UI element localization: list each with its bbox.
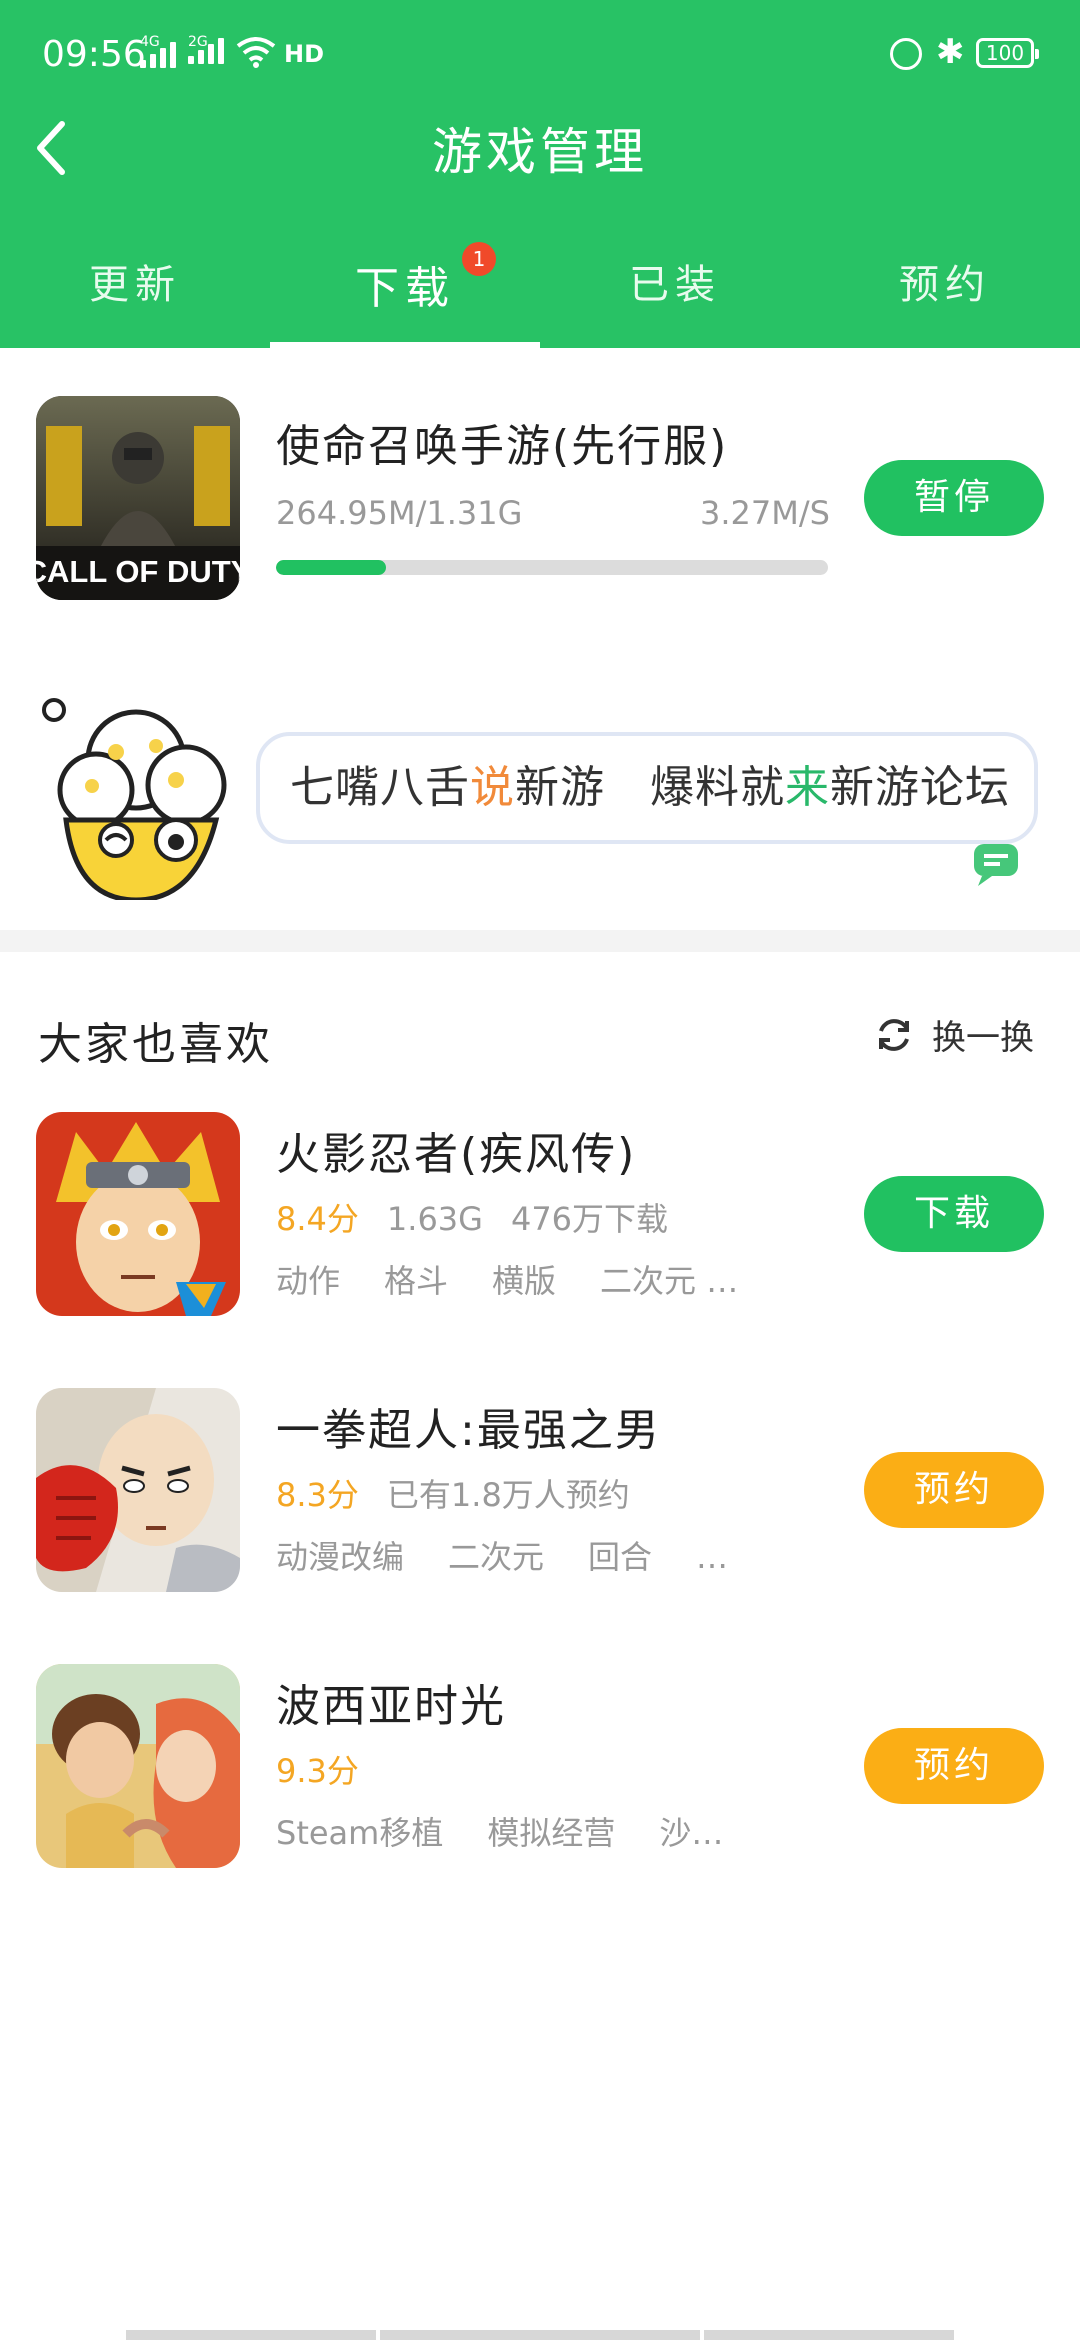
- game-tag: 横版: [492, 1262, 557, 1300]
- game-meta: 8.3分 已有1.8万人预约: [276, 1470, 658, 1516]
- game-tag: 二次元: [448, 1538, 545, 1576]
- game-tag: 回合: [588, 1538, 653, 1576]
- game-name: 火影忍者(疾风传): [276, 1129, 637, 1180]
- tab-label: 已装: [629, 262, 721, 308]
- pause-button[interactable]: 暂停: [864, 460, 1044, 536]
- game-reservations: 已有1.8万人预约: [386, 1476, 630, 1514]
- banner-text-1: 七嘴八舌: [290, 762, 470, 813]
- download-progress-text: 264.95M/1.31G: [276, 494, 523, 532]
- game-tags: Steam移植 模拟经营 沙…: [276, 1808, 767, 1854]
- game-size: 1.63G: [386, 1200, 483, 1238]
- top-app-bar: 09:56 4G 2G HD ✱ 100 游戏管理 更新 下载 1 已装 预约: [0, 0, 1080, 348]
- active-tab-indicator: [270, 342, 540, 348]
- game-rating: 8.3分: [276, 1476, 359, 1514]
- tab-update[interactable]: 更新: [0, 236, 270, 348]
- game-tag: 二次元 …: [600, 1262, 739, 1300]
- game-tag: Steam移植: [276, 1814, 444, 1852]
- tab-badge: 1: [462, 242, 496, 276]
- page-title: 游戏管理: [432, 123, 648, 181]
- banner-text-4: 爆料就: [649, 762, 785, 813]
- game-meta: 9.3分: [276, 1746, 387, 1792]
- game-name: 一拳超人:最强之男: [276, 1405, 661, 1456]
- recommend-title: 大家也喜欢: [38, 1019, 273, 1070]
- bottom-nav-handle: [704, 2330, 954, 2340]
- game-tag: …: [696, 1538, 729, 1576]
- network-type-label-2: 2G: [188, 34, 208, 50]
- chat-icon: [974, 844, 1018, 886]
- banner-text-2: 说: [470, 762, 515, 813]
- game-meta: 8.4分 1.63G 476万下载: [276, 1194, 696, 1240]
- game-tag: 模拟经营: [487, 1814, 616, 1852]
- banner-text-5: 来: [784, 762, 830, 813]
- status-bar: 09:56 4G 2G HD ✱ 100: [0, 0, 1080, 110]
- game-tag: 动作: [276, 1262, 341, 1300]
- bluetooth-icon: ✱: [936, 32, 965, 72]
- game-tag: 沙…: [659, 1814, 724, 1852]
- download-progress-bar: [276, 560, 828, 575]
- tab-bar: 更新 下载 1 已装 预约: [0, 236, 1080, 348]
- popcorn-mascot-icon: [42, 698, 227, 900]
- call-of-duty-game-icon[interactable]: CALL OF DUTY: [36, 396, 240, 600]
- download-progress-fill: [276, 560, 387, 575]
- tab-download[interactable]: 下载 1: [270, 236, 540, 348]
- bottom-nav-handle: [380, 2330, 700, 2340]
- tab-label: 更新: [89, 262, 181, 308]
- forum-banner-text: 七嘴八舌说新游 爆料就来新游论坛: [256, 732, 1038, 844]
- game-tag: 动漫改编: [276, 1538, 405, 1576]
- tab-reserved[interactable]: 预约: [810, 236, 1080, 348]
- game-name: 波西亚时光: [276, 1681, 506, 1732]
- naruto-game-icon[interactable]: [36, 1112, 240, 1316]
- refresh-label: 换一换: [932, 1018, 1034, 1058]
- game-tags: 动漫改编 二次元 回合 …: [276, 1532, 772, 1578]
- icon-wordmark: CALL OF DUTY: [36, 554, 240, 589]
- reserve-button[interactable]: 预约: [864, 1728, 1044, 1804]
- game-downloads: 476万下载: [510, 1200, 669, 1238]
- hd-voice-icon: HD: [284, 40, 325, 68]
- bottom-nav-handle: [126, 2330, 376, 2340]
- banner-text-6: 新游论坛: [829, 762, 1010, 813]
- status-time: 09:56: [42, 34, 146, 75]
- banner-text-3: 新游: [515, 762, 605, 813]
- tab-label: 预约: [899, 262, 991, 308]
- game-rating: 8.4分: [276, 1200, 359, 1238]
- tab-label: 下载: [355, 263, 455, 314]
- download-button[interactable]: 下载: [864, 1176, 1044, 1252]
- game-rating: 9.3分: [276, 1752, 359, 1790]
- one-punch-man-game-icon[interactable]: [36, 1388, 240, 1592]
- game-tag: 格斗: [384, 1262, 449, 1300]
- signal-icon: 4G: [140, 34, 176, 68]
- reserve-button[interactable]: 预约: [864, 1452, 1044, 1528]
- tab-installed[interactable]: 已装: [540, 236, 810, 348]
- download-app-name: 使命召唤手游(先行服): [276, 421, 729, 472]
- rotation-lock-icon: [890, 38, 922, 70]
- download-speed: 3.27M/S: [700, 494, 830, 532]
- battery-icon: 100: [976, 38, 1039, 68]
- network-type-label: 4G: [140, 34, 160, 50]
- game-tags: 动作 格斗 横版 二次元 …: [276, 1256, 782, 1302]
- signal-icon-2: 2G: [188, 34, 224, 64]
- refresh-button[interactable]: 换一换: [874, 1010, 1034, 1059]
- wifi-icon: [236, 37, 276, 68]
- forum-banner[interactable]: 七嘴八舌说新游 爆料就来新游论坛: [36, 690, 1046, 900]
- refresh-icon: [879, 1018, 909, 1051]
- section-divider: [0, 930, 1080, 952]
- portia-game-icon[interactable]: [36, 1664, 240, 1868]
